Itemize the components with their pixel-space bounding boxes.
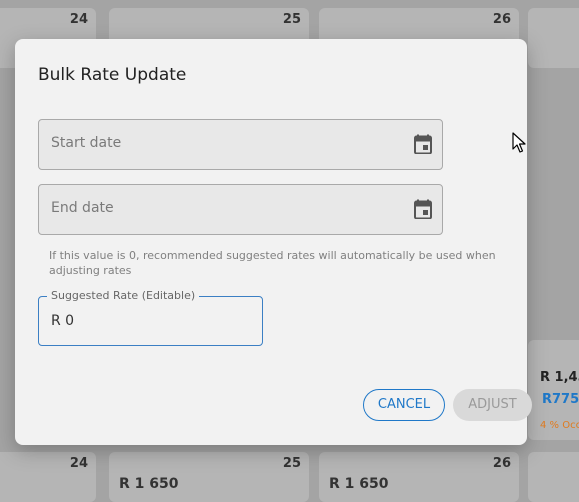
mouse-cursor-icon bbox=[512, 132, 526, 153]
start-date-field[interactable]: Start date bbox=[38, 119, 443, 170]
day-number: 24 bbox=[69, 12, 88, 27]
suggested-rate-label: Suggested Rate (Editable) bbox=[47, 289, 200, 302]
calendar-cell[interactable] bbox=[528, 452, 579, 502]
cell-occupancy: 4 % Occu bbox=[540, 420, 579, 431]
calendar-cell[interactable]: 24 bbox=[0, 452, 96, 502]
adjust-button[interactable]: ADJUST bbox=[453, 389, 532, 421]
calendar-cell[interactable]: R 1,45 R775 4 % Occu bbox=[528, 340, 579, 440]
cancel-button[interactable]: CANCEL bbox=[363, 389, 445, 421]
end-date-field[interactable]: End date bbox=[38, 184, 443, 235]
day-number: 26 bbox=[492, 12, 511, 27]
bulk-rate-update-dialog: Bulk Rate Update Start date End date If … bbox=[15, 39, 532, 445]
start-date-placeholder: Start date bbox=[51, 135, 122, 151]
suggested-rate-input[interactable]: Suggested Rate (Editable) R 0 bbox=[38, 289, 263, 346]
calendar-cell[interactable]: 25 R 1 650 bbox=[109, 452, 309, 502]
suggested-rate-value[interactable]: R 0 bbox=[51, 313, 74, 329]
cell-price: R 1,45 bbox=[540, 370, 579, 385]
cell-price: R 1 650 bbox=[119, 476, 179, 492]
end-date-placeholder: End date bbox=[51, 200, 114, 216]
helper-text: If this value is 0, recommended suggeste… bbox=[49, 249, 496, 277]
day-number: 25 bbox=[282, 12, 301, 27]
day-number: 26 bbox=[492, 456, 511, 471]
calendar-cell[interactable] bbox=[528, 8, 579, 68]
calendar-cell[interactable]: 26 R 1 650 bbox=[319, 452, 519, 502]
day-number: 24 bbox=[69, 456, 88, 471]
calendar-icon[interactable] bbox=[414, 134, 432, 154]
dialog-title: Bulk Rate Update bbox=[38, 65, 187, 85]
cell-price: R 1 650 bbox=[329, 476, 389, 492]
day-number: 25 bbox=[282, 456, 301, 471]
cell-rate-link[interactable]: R775 bbox=[542, 392, 579, 407]
calendar-icon[interactable] bbox=[414, 199, 432, 219]
